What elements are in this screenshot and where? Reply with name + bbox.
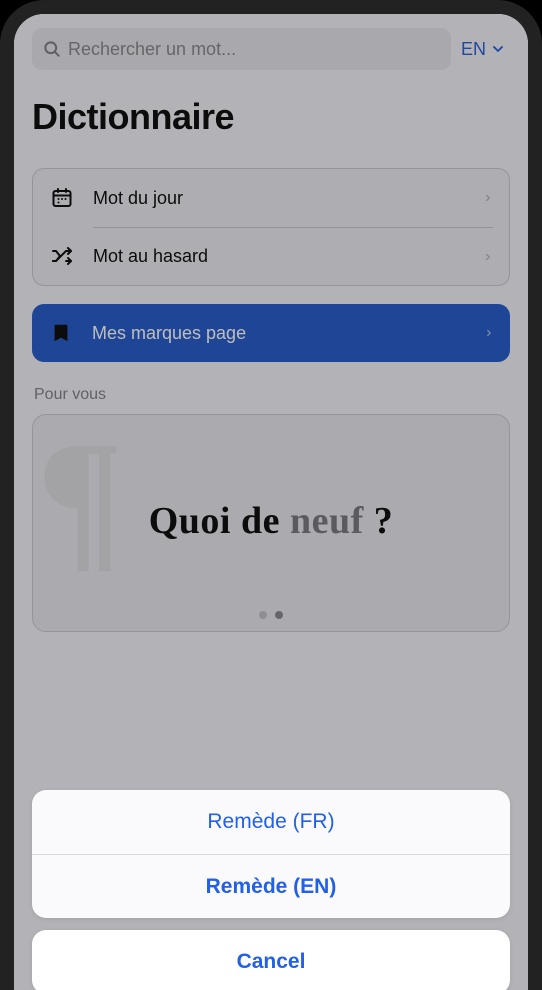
bookmarks-button[interactable]: Mes marques page — [32, 304, 510, 362]
hero-suffix: ? — [374, 500, 394, 542]
chevron-right-icon — [484, 325, 494, 341]
top-bar: Rechercher un mot... EN — [32, 28, 510, 70]
for-you-card[interactable]: ¶ Quoi de neuf ? — [32, 414, 510, 632]
page-dot-active — [275, 611, 283, 619]
search-input[interactable]: Rechercher un mot... — [32, 28, 451, 70]
chevron-down-icon — [490, 41, 506, 57]
calendar-icon — [49, 186, 75, 210]
for-you-label: Pour vous — [34, 386, 508, 404]
menu-label: Mot du jour — [93, 188, 465, 209]
bookmarks-label: Mes marques page — [92, 323, 466, 344]
action-option-en[interactable]: Remède (EN) — [32, 854, 510, 918]
menu-label: Mot au hasard — [93, 246, 465, 267]
action-sheet-cancel-group: Cancel — [32, 930, 510, 990]
menu-card: Mot du jour Mot au hasard — [32, 168, 510, 286]
language-switcher[interactable]: EN — [461, 39, 506, 60]
hero-highlight: neuf — [290, 500, 374, 542]
page-dot — [259, 611, 267, 619]
search-placeholder: Rechercher un mot... — [68, 39, 236, 60]
language-label: EN — [461, 39, 486, 60]
hero-text: Quoi de neuf ? — [33, 499, 509, 543]
menu-word-of-day[interactable]: Mot du jour — [33, 169, 509, 227]
chevron-right-icon — [483, 190, 493, 206]
screen: Rechercher un mot... EN Dictionnaire Mo — [14, 14, 528, 990]
shuffle-icon — [49, 244, 75, 268]
cancel-button[interactable]: Cancel — [32, 930, 510, 990]
search-icon — [42, 39, 62, 59]
menu-random-word[interactable]: Mot au hasard — [33, 227, 509, 285]
page-indicator — [33, 611, 509, 619]
chevron-right-icon — [483, 249, 493, 265]
action-sheet: Remède (FR) Remède (EN) Cancel — [32, 790, 510, 990]
page-title: Dictionnaire — [32, 96, 510, 138]
action-option-fr[interactable]: Remède (FR) — [32, 790, 510, 854]
action-sheet-options: Remède (FR) Remède (EN) — [32, 790, 510, 918]
bookmark-icon — [48, 322, 74, 344]
main-content: Rechercher un mot... EN Dictionnaire Mo — [14, 14, 528, 632]
device-frame: Rechercher un mot... EN Dictionnaire Mo — [0, 0, 542, 990]
hero-prefix: Quoi de — [149, 500, 290, 542]
